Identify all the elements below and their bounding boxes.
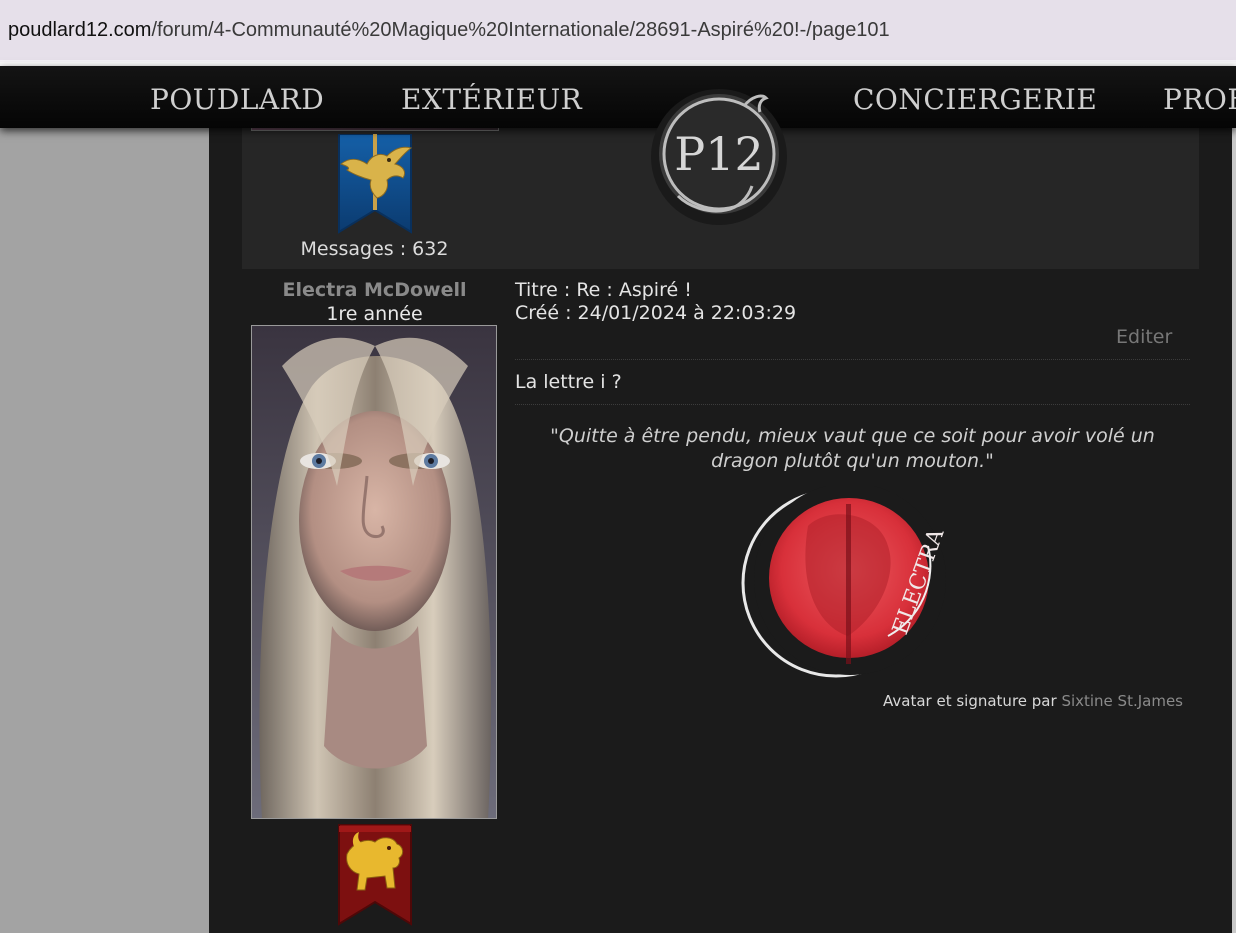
author-avatar: [251, 325, 497, 819]
nav-item-exterieur[interactable]: EXTÉRIEUR: [401, 83, 582, 116]
main-navigation: POUDLARD EXTÉRIEUR CONCIERGERIE PROF: [0, 66, 1236, 128]
signature-emblem: ELECTRA: [741, 486, 948, 678]
signature-quote: "Quitte à être pendu, mieux vaut que ce …: [550, 425, 1155, 472]
url-text[interactable]: poudlard12.com/forum/4-Communauté%20Magi…: [8, 19, 890, 42]
address-bar[interactable]: poudlard12.com/forum/4-Communauté%20Magi…: [0, 0, 1236, 62]
ravenclaw-eagle-icon: [338, 134, 413, 234]
credit-prefix: Avatar et signature par: [883, 692, 1062, 710]
post-body: La lettre i ?: [515, 371, 622, 393]
nav-item-prof[interactable]: PROF: [1163, 83, 1236, 116]
nav-item-conciergerie[interactable]: CONCIERGERIE: [853, 83, 1097, 116]
gryffindor-lion-icon: [338, 824, 412, 926]
url-domain: poudlard12.com: [8, 19, 152, 41]
post-date: Créé : 24/01/2024 à 22:03:29: [515, 302, 797, 324]
author-rank: 1re année: [326, 303, 423, 325]
url-path: /forum/4-Communauté%20Magique%20Internat…: [151, 19, 890, 41]
site-logo[interactable]: P12: [648, 86, 790, 228]
messages-count: Messages : 632: [300, 238, 449, 260]
post-author[interactable]: Electra McDowell: [242, 279, 507, 301]
credit-artist-link[interactable]: Sixtine St.James: [1061, 692, 1183, 710]
nav-item-poudlard[interactable]: POUDLARD: [150, 83, 324, 116]
scrollbar-track[interactable]: [1232, 66, 1236, 933]
edit-button[interactable]: Editer: [1116, 326, 1172, 348]
divider: [515, 359, 1190, 360]
signature-credit: Avatar et signature par Sixtine St.James: [515, 692, 1183, 710]
signature-divider: [515, 404, 1190, 405]
post-title: Titre : Re : Aspiré !: [515, 279, 692, 301]
logo-text: P12: [674, 127, 763, 181]
